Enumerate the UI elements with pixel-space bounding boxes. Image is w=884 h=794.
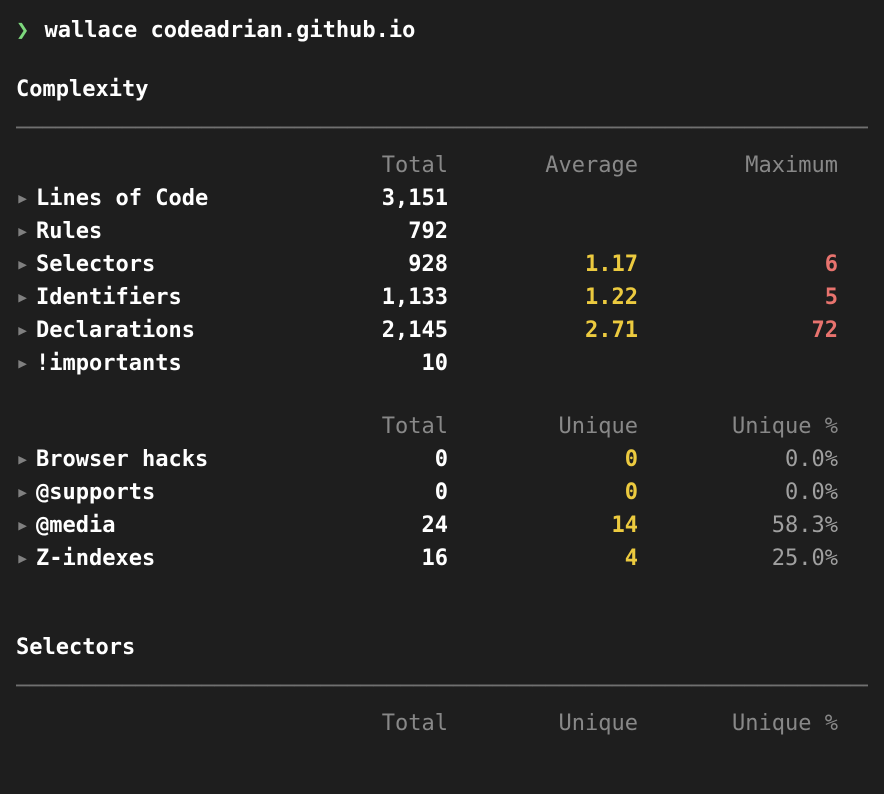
header-unique: Unique xyxy=(456,410,646,443)
row-label: @supports xyxy=(36,476,155,509)
chevron-right-icon: ▸ xyxy=(16,476,28,509)
table-header-row: Total Unique Unique % xyxy=(16,707,868,740)
chevron-right-icon: ▸ xyxy=(16,509,28,542)
table-header-row: Total Average Maximum xyxy=(16,149,868,182)
prompt-symbol: ❯ xyxy=(16,18,29,43)
cell-total: 0 xyxy=(276,443,456,476)
header-total: Total xyxy=(276,149,456,182)
cell-unique-pct: 25.0% xyxy=(646,542,846,575)
header-unique-pct: Unique % xyxy=(646,410,846,443)
cell-unique-pct: 0.0% xyxy=(646,476,846,509)
section-title-selectors: Selectors xyxy=(16,631,868,664)
cell-average: 2.71 xyxy=(456,314,646,347)
chevron-right-icon: ▸ xyxy=(16,542,28,575)
cell-maximum: 5 xyxy=(646,281,846,314)
header-unique: Unique xyxy=(456,707,646,740)
chevron-right-icon: ▸ xyxy=(16,281,28,314)
cell-maximum: 6 xyxy=(646,248,846,281)
chevron-right-icon: ▸ xyxy=(16,215,28,248)
cell-unique: 0 xyxy=(456,476,646,509)
cell-unique-pct: 0.0% xyxy=(646,443,846,476)
cell-maximum: 72 xyxy=(646,314,846,347)
cell-total: 792 xyxy=(276,215,456,248)
header-total: Total xyxy=(276,707,456,740)
row-label: Rules xyxy=(36,215,102,248)
cell-average: 1.17 xyxy=(456,248,646,281)
header-average: Average xyxy=(456,149,646,182)
chevron-right-icon: ▸ xyxy=(16,443,28,476)
header-maximum: Maximum xyxy=(646,149,846,182)
header-total: Total xyxy=(276,410,456,443)
row-label: Lines of Code xyxy=(36,182,208,215)
row-label: Declarations xyxy=(36,314,195,347)
cell-average: 1.22 xyxy=(456,281,646,314)
row-label: Browser hacks xyxy=(36,443,208,476)
table-row: ▸!importants 10 xyxy=(16,347,868,380)
cell-total: 928 xyxy=(276,248,456,281)
cell-unique: 14 xyxy=(456,509,646,542)
divider: ────────────────────────────────────────… xyxy=(16,112,868,145)
row-label: Selectors xyxy=(36,248,155,281)
chevron-right-icon: ▸ xyxy=(16,347,28,380)
table-row: ▸Declarations 2,145 2.71 72 xyxy=(16,314,868,347)
chevron-right-icon: ▸ xyxy=(16,248,28,281)
table-row: ▸Selectors 928 1.17 6 xyxy=(16,248,868,281)
cell-total: 16 xyxy=(276,542,456,575)
chevron-right-icon: ▸ xyxy=(16,182,28,215)
terminal-prompt: ❯ wallace codeadrian.github.io xyxy=(16,14,868,47)
table-row: ▸Browser hacks 0 0 0.0% xyxy=(16,443,868,476)
table-row: ▸Identifiers 1,133 1.22 5 xyxy=(16,281,868,314)
row-label: Identifiers xyxy=(36,281,182,314)
table-row: ▸@media 24 14 58.3% xyxy=(16,509,868,542)
divider: ────────────────────────────────────────… xyxy=(16,670,868,703)
table-row: ▸Rules 792 xyxy=(16,215,868,248)
cell-unique-pct: 58.3% xyxy=(646,509,846,542)
row-label: @media xyxy=(36,509,115,542)
table-row: ▸@supports 0 0 0.0% xyxy=(16,476,868,509)
table-row: ▸Lines of Code 3,151 xyxy=(16,182,868,215)
table-row: ▸Z-indexes 16 4 25.0% xyxy=(16,542,868,575)
cell-total: 3,151 xyxy=(276,182,456,215)
chevron-right-icon: ▸ xyxy=(16,314,28,347)
prompt-command: wallace codeadrian.github.io xyxy=(45,18,416,43)
cell-total: 1,133 xyxy=(276,281,456,314)
table-header-row: Total Unique Unique % xyxy=(16,410,868,443)
cell-total: 0 xyxy=(276,476,456,509)
header-unique-pct: Unique % xyxy=(646,707,846,740)
cell-total: 24 xyxy=(276,509,456,542)
cell-total: 10 xyxy=(276,347,456,380)
row-label: !importants xyxy=(36,347,182,380)
cell-unique: 4 xyxy=(456,542,646,575)
cell-total: 2,145 xyxy=(276,314,456,347)
cell-unique: 0 xyxy=(456,443,646,476)
section-title-complexity: Complexity xyxy=(16,73,868,106)
row-label: Z-indexes xyxy=(36,542,155,575)
